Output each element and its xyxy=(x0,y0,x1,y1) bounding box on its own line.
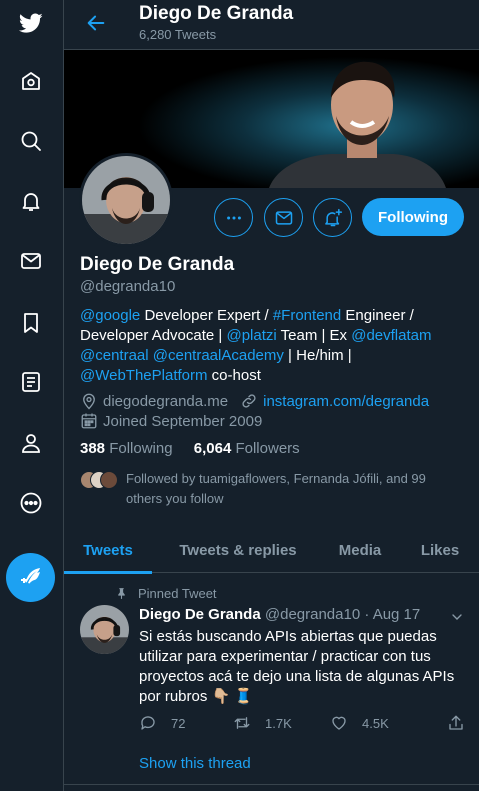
followed-by-text: Followed by tuamigaflowers, Fernanda Jóf… xyxy=(126,471,426,506)
bio-link[interactable]: @devflatam xyxy=(351,327,431,344)
tab-likes[interactable]: Likes xyxy=(409,527,471,573)
tweet-separator: · xyxy=(364,606,370,623)
compose-tweet-button[interactable] xyxy=(6,553,55,602)
more-icon[interactable] xyxy=(12,484,50,522)
followers-link[interactable]: 6,064 Followers xyxy=(194,440,300,457)
tab-tweets[interactable]: Tweets xyxy=(64,527,152,573)
link-icon xyxy=(242,394,256,408)
tweet-count: 6,280 Tweets xyxy=(139,27,217,42)
retweet-button[interactable]: 1.7K xyxy=(233,714,292,732)
avatar-photo xyxy=(82,156,170,244)
messages-icon[interactable] xyxy=(12,242,50,280)
following-link[interactable]: 388 Following xyxy=(80,440,173,457)
website-link[interactable]: instagram.com/degranda xyxy=(263,393,429,410)
following-button[interactable]: Following xyxy=(362,198,464,236)
profile-header: Diego De Granda 6,280 Tweets xyxy=(64,0,479,50)
avatar xyxy=(100,471,118,489)
ellipsis-icon xyxy=(226,216,241,219)
bio-text: Team | Ex xyxy=(276,327,352,344)
home-icon[interactable] xyxy=(12,62,50,100)
tweet-menu-button[interactable] xyxy=(449,609,465,625)
tweet-text: Si estás buscando APIs abiertas que pued… xyxy=(139,628,455,705)
lists-icon[interactable] xyxy=(12,363,50,401)
pin-icon xyxy=(118,588,125,599)
reply-count: 72 xyxy=(171,715,186,731)
notify-button[interactable] xyxy=(313,198,352,237)
reply-icon xyxy=(141,716,155,730)
active-tab-indicator xyxy=(64,571,152,574)
profile-tabs: Tweets Tweets & replies Media Likes xyxy=(64,527,479,573)
avatar-photo xyxy=(80,605,129,654)
followers-label: Followers xyxy=(235,440,300,457)
back-button[interactable] xyxy=(82,9,110,37)
followed-by[interactable]: Followed by tuamigaflowers, Fernanda Jóf… xyxy=(80,469,470,509)
show-thread-link[interactable]: Show this thread xyxy=(139,755,251,772)
like-button[interactable]: 4.5K xyxy=(330,714,389,732)
tab-tweets-replies[interactable]: Tweets & replies xyxy=(166,527,310,573)
bio-link[interactable]: @WebThePlatform xyxy=(80,367,208,384)
profile-handle: @degranda10 xyxy=(80,278,176,295)
tweet-header: Diego De Granda @degranda10 · Aug 17 xyxy=(139,606,420,623)
bio-link[interactable]: @platzi xyxy=(226,327,276,344)
reply-button[interactable]: 72 xyxy=(139,714,185,732)
share-button[interactable] xyxy=(447,714,479,732)
tab-media[interactable]: Media xyxy=(324,527,396,573)
sidebar-nav xyxy=(0,0,64,791)
bio-link[interactable]: #Frontend xyxy=(273,307,341,324)
bio-text: | He/him | xyxy=(283,347,352,364)
pinned-label: Pinned Tweet xyxy=(115,586,217,601)
compose-tweet-icon xyxy=(20,567,40,583)
bookmarks-icon[interactable] xyxy=(12,304,50,342)
follow-counts: 388 Following 6,064 Followers xyxy=(80,440,300,457)
bio-link[interactable]: @centraalAcademy xyxy=(153,347,284,364)
envelope-icon xyxy=(275,210,292,225)
explore-icon[interactable] xyxy=(12,122,50,160)
tweet-author-name[interactable]: Diego De Granda xyxy=(139,606,261,623)
following-label: Following xyxy=(109,440,173,457)
tweet-author-handle[interactable]: @degranda10 xyxy=(265,606,360,623)
bio-link[interactable]: @centraal xyxy=(80,347,149,364)
bio-text: co-host xyxy=(207,367,261,384)
calendar-icon xyxy=(81,413,97,429)
retweet-icon xyxy=(234,717,250,729)
retweet-count: 1.7K xyxy=(265,715,292,731)
notifications-icon[interactable] xyxy=(12,182,50,220)
profile-icon[interactable] xyxy=(12,424,50,462)
tweet-author-avatar[interactable] xyxy=(80,605,129,654)
following-count: 388 xyxy=(80,440,106,457)
location-pin-icon xyxy=(83,393,95,410)
bio-text: Developer Expert / xyxy=(140,307,273,324)
followers-count: 6,064 xyxy=(193,440,232,457)
pinned-tweet[interactable]: Pinned Tweet Diego De Granda @degranda10… xyxy=(64,575,479,785)
profile-joined: Joined September 2009 xyxy=(80,412,262,430)
profile-main: Diego De Granda 6,280 Tweets Following D… xyxy=(64,0,479,791)
share-icon xyxy=(449,715,463,730)
bio-link[interactable]: @google xyxy=(80,307,140,324)
profile-bio: @google Developer Expert / #Frontend Eng… xyxy=(80,306,470,386)
twitter-logo-icon[interactable] xyxy=(12,4,50,42)
tweet-actions: 72 1.7K 4.5K xyxy=(139,714,469,734)
profile-name: Diego De Granda xyxy=(80,254,235,275)
follower-avatars xyxy=(80,469,126,489)
like-count: 4.5K xyxy=(362,715,389,731)
chevron-down-icon xyxy=(452,614,462,620)
message-button[interactable] xyxy=(264,198,303,237)
tweet-date[interactable]: Aug 17 xyxy=(373,606,421,623)
location-text: diegodegranda.me xyxy=(103,392,229,410)
heart-icon xyxy=(332,716,346,730)
pinned-text: Pinned Tweet xyxy=(138,586,217,601)
header-title: Diego De Granda xyxy=(139,3,294,24)
profile-avatar[interactable] xyxy=(79,153,173,247)
arrow-left-icon xyxy=(87,15,105,31)
more-options-button[interactable] xyxy=(214,198,253,237)
bell-plus-icon xyxy=(324,208,342,226)
joined-text: Joined September 2009 xyxy=(103,412,263,430)
profile-location: diegodegranda.me instagram.com/degranda xyxy=(80,392,429,410)
